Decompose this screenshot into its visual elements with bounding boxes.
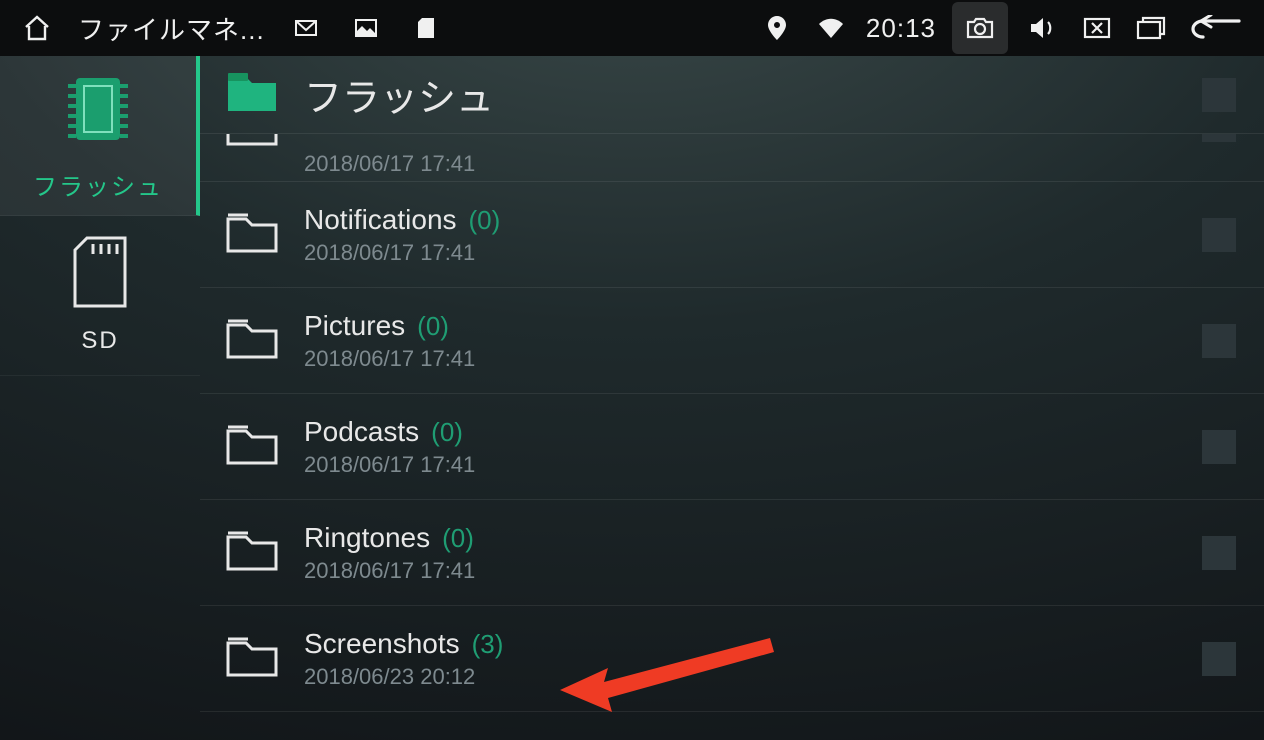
folder-icon	[226, 71, 278, 118]
list-item[interactable]: Ringtones (0) 2018/06/17 17:41	[200, 500, 1264, 606]
item-name: Podcasts	[304, 416, 419, 448]
select-all-checkbox[interactable]	[1202, 78, 1236, 112]
location-icon	[758, 9, 796, 47]
item-checkbox[interactable]	[1202, 430, 1236, 464]
content-area: フラッシュ 2018/06/17 17:41	[200, 56, 1264, 740]
folder-icon	[226, 635, 278, 682]
item-count: (0)	[417, 311, 449, 342]
sidebar: フラッシュ SD	[0, 56, 200, 740]
item-checkbox[interactable]	[1202, 324, 1236, 358]
folder-icon	[226, 423, 278, 470]
item-count: (0)	[469, 205, 501, 236]
home-icon[interactable]	[18, 9, 56, 47]
chip-icon	[64, 70, 132, 153]
list-item[interactable]: Screenshots (3) 2018/06/23 20:12	[200, 606, 1264, 712]
clock: 20:13	[866, 13, 936, 44]
item-count: (3)	[472, 629, 504, 660]
mail-icon	[287, 9, 325, 47]
path-title: フラッシュ	[304, 67, 1176, 122]
volume-icon[interactable]	[1024, 9, 1062, 47]
sd-small-icon	[407, 9, 445, 47]
folder-icon	[226, 529, 278, 576]
item-date: 2018/06/17 17:41	[304, 346, 1176, 372]
list-item[interactable]: Notifications (0) 2018/06/17 17:41	[200, 182, 1264, 288]
sidebar-item-label: SD	[81, 327, 118, 355]
status-bar: ファイルマネ...	[0, 0, 1264, 56]
sidebar-item-flash[interactable]: フラッシュ	[0, 56, 200, 216]
item-date: 2018/06/17 17:41	[304, 240, 1176, 266]
item-name: Screenshots	[304, 628, 460, 660]
item-checkbox[interactable]	[1202, 642, 1236, 676]
app-title: ファイルマネ...	[78, 10, 265, 47]
wifi-icon	[812, 9, 850, 47]
item-count: (0)	[442, 523, 474, 554]
image-icon	[347, 9, 385, 47]
folder-list[interactable]: 2018/06/17 17:41 Notifications (0) 2018/…	[200, 134, 1264, 740]
camera-icon[interactable]	[952, 2, 1008, 54]
folder-icon	[226, 211, 278, 258]
sidebar-item-label: フラッシュ	[33, 167, 163, 202]
item-name: Ringtones	[304, 522, 430, 554]
list-item[interactable]: 2018/06/17 17:41	[200, 134, 1264, 182]
item-checkbox[interactable]	[1202, 536, 1236, 570]
item-date: 2018/06/17 17:41	[304, 151, 1176, 177]
item-checkbox[interactable]	[1202, 218, 1236, 252]
item-checkbox[interactable]	[1202, 134, 1236, 142]
recent-apps-icon[interactable]	[1132, 9, 1170, 47]
item-date: 2018/06/17 17:41	[304, 452, 1176, 478]
item-date: 2018/06/23 20:12	[304, 664, 1176, 690]
sidebar-item-sd[interactable]: SD	[0, 216, 200, 376]
item-date: 2018/06/17 17:41	[304, 558, 1176, 584]
close-box-icon[interactable]	[1078, 9, 1116, 47]
item-count: (0)	[431, 417, 463, 448]
item-name: Notifications	[304, 204, 457, 236]
folder-icon	[226, 134, 278, 151]
back-icon[interactable]	[1186, 9, 1246, 47]
item-name: Pictures	[304, 310, 405, 342]
path-header: フラッシュ	[200, 56, 1264, 134]
sd-icon	[71, 236, 129, 313]
list-item[interactable]: Pictures (0) 2018/06/17 17:41	[200, 288, 1264, 394]
list-item[interactable]: Podcasts (0) 2018/06/17 17:41	[200, 394, 1264, 500]
folder-icon	[226, 317, 278, 364]
